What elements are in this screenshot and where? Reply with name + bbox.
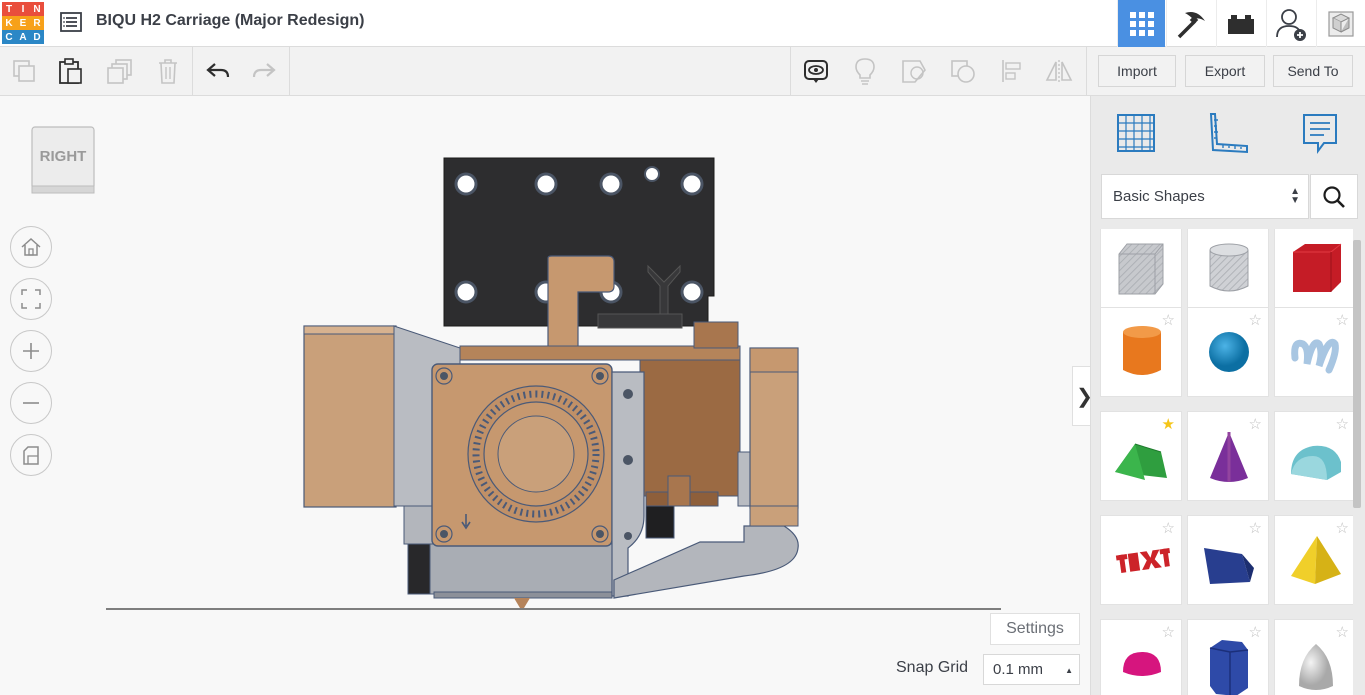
snap-grid-value: 0.1 mm <box>993 661 1044 678</box>
shape-library-value: Basic Shapes <box>1113 188 1205 205</box>
shape-tile-polygon[interactable]: ☆ <box>1187 619 1269 695</box>
search-icon[interactable] <box>1310 174 1358 219</box>
toolbar-divider <box>192 47 193 95</box>
toolbar-divider <box>790 47 791 95</box>
shapes-panel: Basic Shapes ▲ ▼ ☆ ☆ ☆ ★ ☆ ☆ ☆ ☆ ☆ ☆ ☆ ☆ <box>1090 96 1365 695</box>
ungroup-icon[interactable] <box>939 47 987 95</box>
workplane-icon[interactable] <box>1111 108 1161 158</box>
workplane-canvas[interactable]: RIGHT ❯ Settings Snap Grid 0.1 mm ▲ <box>0 96 1097 695</box>
sim-lab-icon[interactable] <box>1316 0 1364 47</box>
logo-letter: A <box>16 30 30 44</box>
shape-tile-text[interactable]: ☆ <box>1100 515 1182 605</box>
pickaxe-icon[interactable] <box>1166 0 1214 47</box>
logo-letter: N <box>30 2 44 16</box>
ruler-icon[interactable] <box>1203 108 1253 158</box>
carriage-model[interactable] <box>0 96 1090 695</box>
logo-letter: T <box>2 2 16 16</box>
design-title[interactable]: BIQU H2 Carriage (Major Redesign) <box>96 12 365 30</box>
shape-grid: ☆ ☆ ☆ ★ ☆ ☆ ☆ ☆ ☆ ☆ ☆ ☆ <box>1091 229 1353 695</box>
top-bar: TINKERCAD BIQU H2 Carriage (Major Redesi… <box>0 0 1365 47</box>
shape-library-select[interactable]: Basic Shapes ▲ ▼ <box>1101 174 1309 219</box>
user-add-icon[interactable] <box>1266 0 1314 47</box>
light-bulb-icon[interactable] <box>841 47 889 95</box>
settings-button[interactable]: Settings <box>990 613 1080 645</box>
logo-letter: D <box>30 30 44 44</box>
shape-tile-cone[interactable]: ☆ <box>1187 411 1269 501</box>
logo-letter: C <box>2 30 16 44</box>
shape-tile-roof[interactable]: ★ <box>1100 411 1182 501</box>
snap-grid-select[interactable]: 0.1 mm ▲ <box>983 654 1080 685</box>
delete-icon[interactable] <box>144 47 192 95</box>
logo-letter: R <box>30 16 44 30</box>
bricks-icon[interactable] <box>1216 0 1264 47</box>
notes-icon[interactable] <box>792 47 840 95</box>
mirror-icon[interactable] <box>1035 47 1083 95</box>
edit-toolbar: Import Export Send To <box>0 47 1365 96</box>
logo-letter: I <box>16 2 30 16</box>
grid-view-icon[interactable] <box>1117 0 1165 47</box>
shape-tile-cylinder[interactable]: ☆ <box>1100 307 1182 397</box>
shape-tile-pyramid[interactable]: ☆ <box>1274 515 1353 605</box>
redo-icon[interactable] <box>240 47 288 95</box>
group-icon[interactable] <box>890 47 938 95</box>
toolbar-divider <box>289 47 290 95</box>
toolbar-divider <box>1086 47 1087 95</box>
shape-tile-sphere[interactable]: ☆ <box>1187 307 1269 397</box>
shape-tile-scribble[interactable]: ☆ <box>1274 307 1353 397</box>
duplicate-icon[interactable] <box>96 47 144 95</box>
logo-letter: E <box>16 16 30 30</box>
shape-tile-half-sphere[interactable]: ☆ <box>1100 619 1182 695</box>
paste-icon[interactable] <box>46 47 94 95</box>
shape-tile-box-hole[interactable] <box>1100 229 1182 315</box>
design-menu-icon[interactable] <box>60 11 82 33</box>
import-button[interactable]: Import <box>1098 55 1176 87</box>
logo-letter: K <box>2 16 16 30</box>
tinkercad-logo[interactable]: TINKERCAD <box>2 2 45 45</box>
send-to-button[interactable]: Send To <box>1273 55 1353 87</box>
copy-icon[interactable] <box>0 47 48 95</box>
notes-panel-icon[interactable] <box>1295 108 1345 158</box>
select-arrows-icon: ▲ ▼ <box>1290 186 1300 206</box>
snap-grid-label: Snap Grid <box>896 659 969 676</box>
undo-icon[interactable] <box>194 47 242 95</box>
shape-tile-round-roof[interactable]: ☆ <box>1274 411 1353 501</box>
shapes-scrollbar[interactable] <box>1353 240 1361 508</box>
shape-tile-paraboloid[interactable]: ☆ <box>1274 619 1353 695</box>
align-icon[interactable] <box>988 47 1036 95</box>
shape-tile-cylinder-hole[interactable] <box>1187 229 1269 315</box>
shape-tile-wedge[interactable]: ☆ <box>1187 515 1269 605</box>
export-button[interactable]: Export <box>1185 55 1265 87</box>
shape-tile-box[interactable] <box>1274 229 1353 315</box>
caret-up-icon: ▲ <box>1065 666 1073 675</box>
